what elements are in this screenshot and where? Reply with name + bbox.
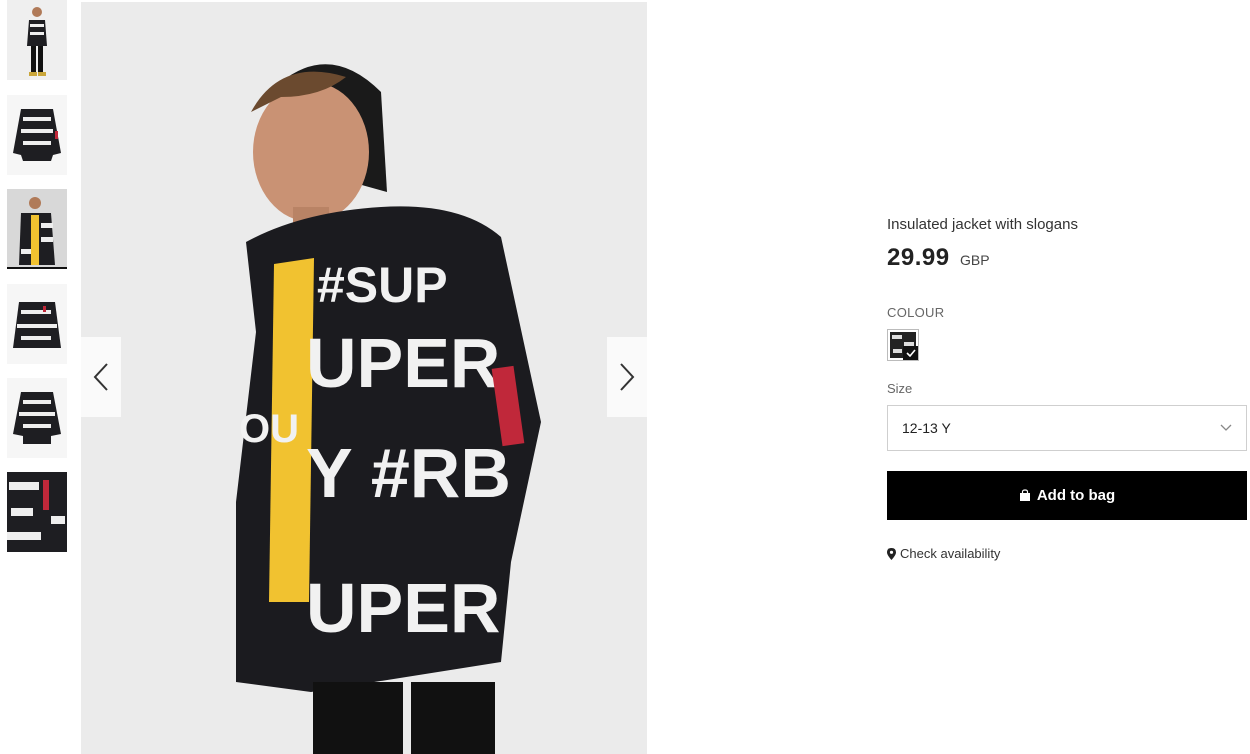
check-availability-link[interactable]: Check availability — [887, 546, 1000, 561]
chevron-down-icon — [1220, 424, 1232, 431]
product-photo: #SUP UPER Y #RB UPER OU — [81, 2, 647, 754]
thumbnail-6[interactable] — [7, 472, 67, 552]
svg-text:UPER: UPER — [306, 324, 500, 402]
svg-text:OU: OU — [239, 407, 299, 451]
active-thumbnail-indicator — [7, 267, 67, 269]
product-name: Insulated jacket with slogans — [887, 216, 1078, 233]
thumbnail-4[interactable] — [7, 284, 67, 364]
main-product-image: #SUP UPER Y #RB UPER OU — [81, 2, 647, 754]
next-image-button[interactable] — [607, 337, 647, 417]
thumbnail-5[interactable] — [7, 378, 67, 458]
price-currency: GBP — [960, 252, 990, 268]
colour-swatch-selected[interactable] — [887, 329, 919, 361]
checkmark-icon — [903, 346, 918, 360]
svg-text:Y #RB: Y #RB — [306, 434, 511, 512]
selected-size: 12-13 Y — [902, 420, 951, 436]
chevron-left-icon — [93, 363, 108, 391]
add-to-bag-button[interactable]: Add to bag — [887, 471, 1247, 520]
previous-image-button[interactable] — [81, 337, 121, 417]
thumbnail-1[interactable] — [7, 0, 67, 80]
svg-text:#SUP: #SUP — [317, 257, 448, 313]
shopping-bag-icon — [1019, 489, 1030, 501]
chevron-right-icon — [620, 363, 635, 391]
size-label: Size — [887, 381, 913, 396]
location-pin-icon — [887, 547, 896, 560]
colour-label: COLOUR — [887, 305, 945, 320]
product-price: 29.99 — [887, 244, 950, 271]
svg-text:UPER: UPER — [306, 569, 500, 647]
price-row: 29.99 GBP — [887, 244, 990, 272]
size-dropdown[interactable]: 12-13 Y — [887, 405, 1247, 451]
check-availability-label: Check availability — [900, 546, 1001, 561]
thumbnail-3[interactable] — [7, 189, 67, 269]
thumbnail-2[interactable] — [7, 95, 67, 175]
add-to-bag-label: Add to bag — [1036, 487, 1116, 504]
